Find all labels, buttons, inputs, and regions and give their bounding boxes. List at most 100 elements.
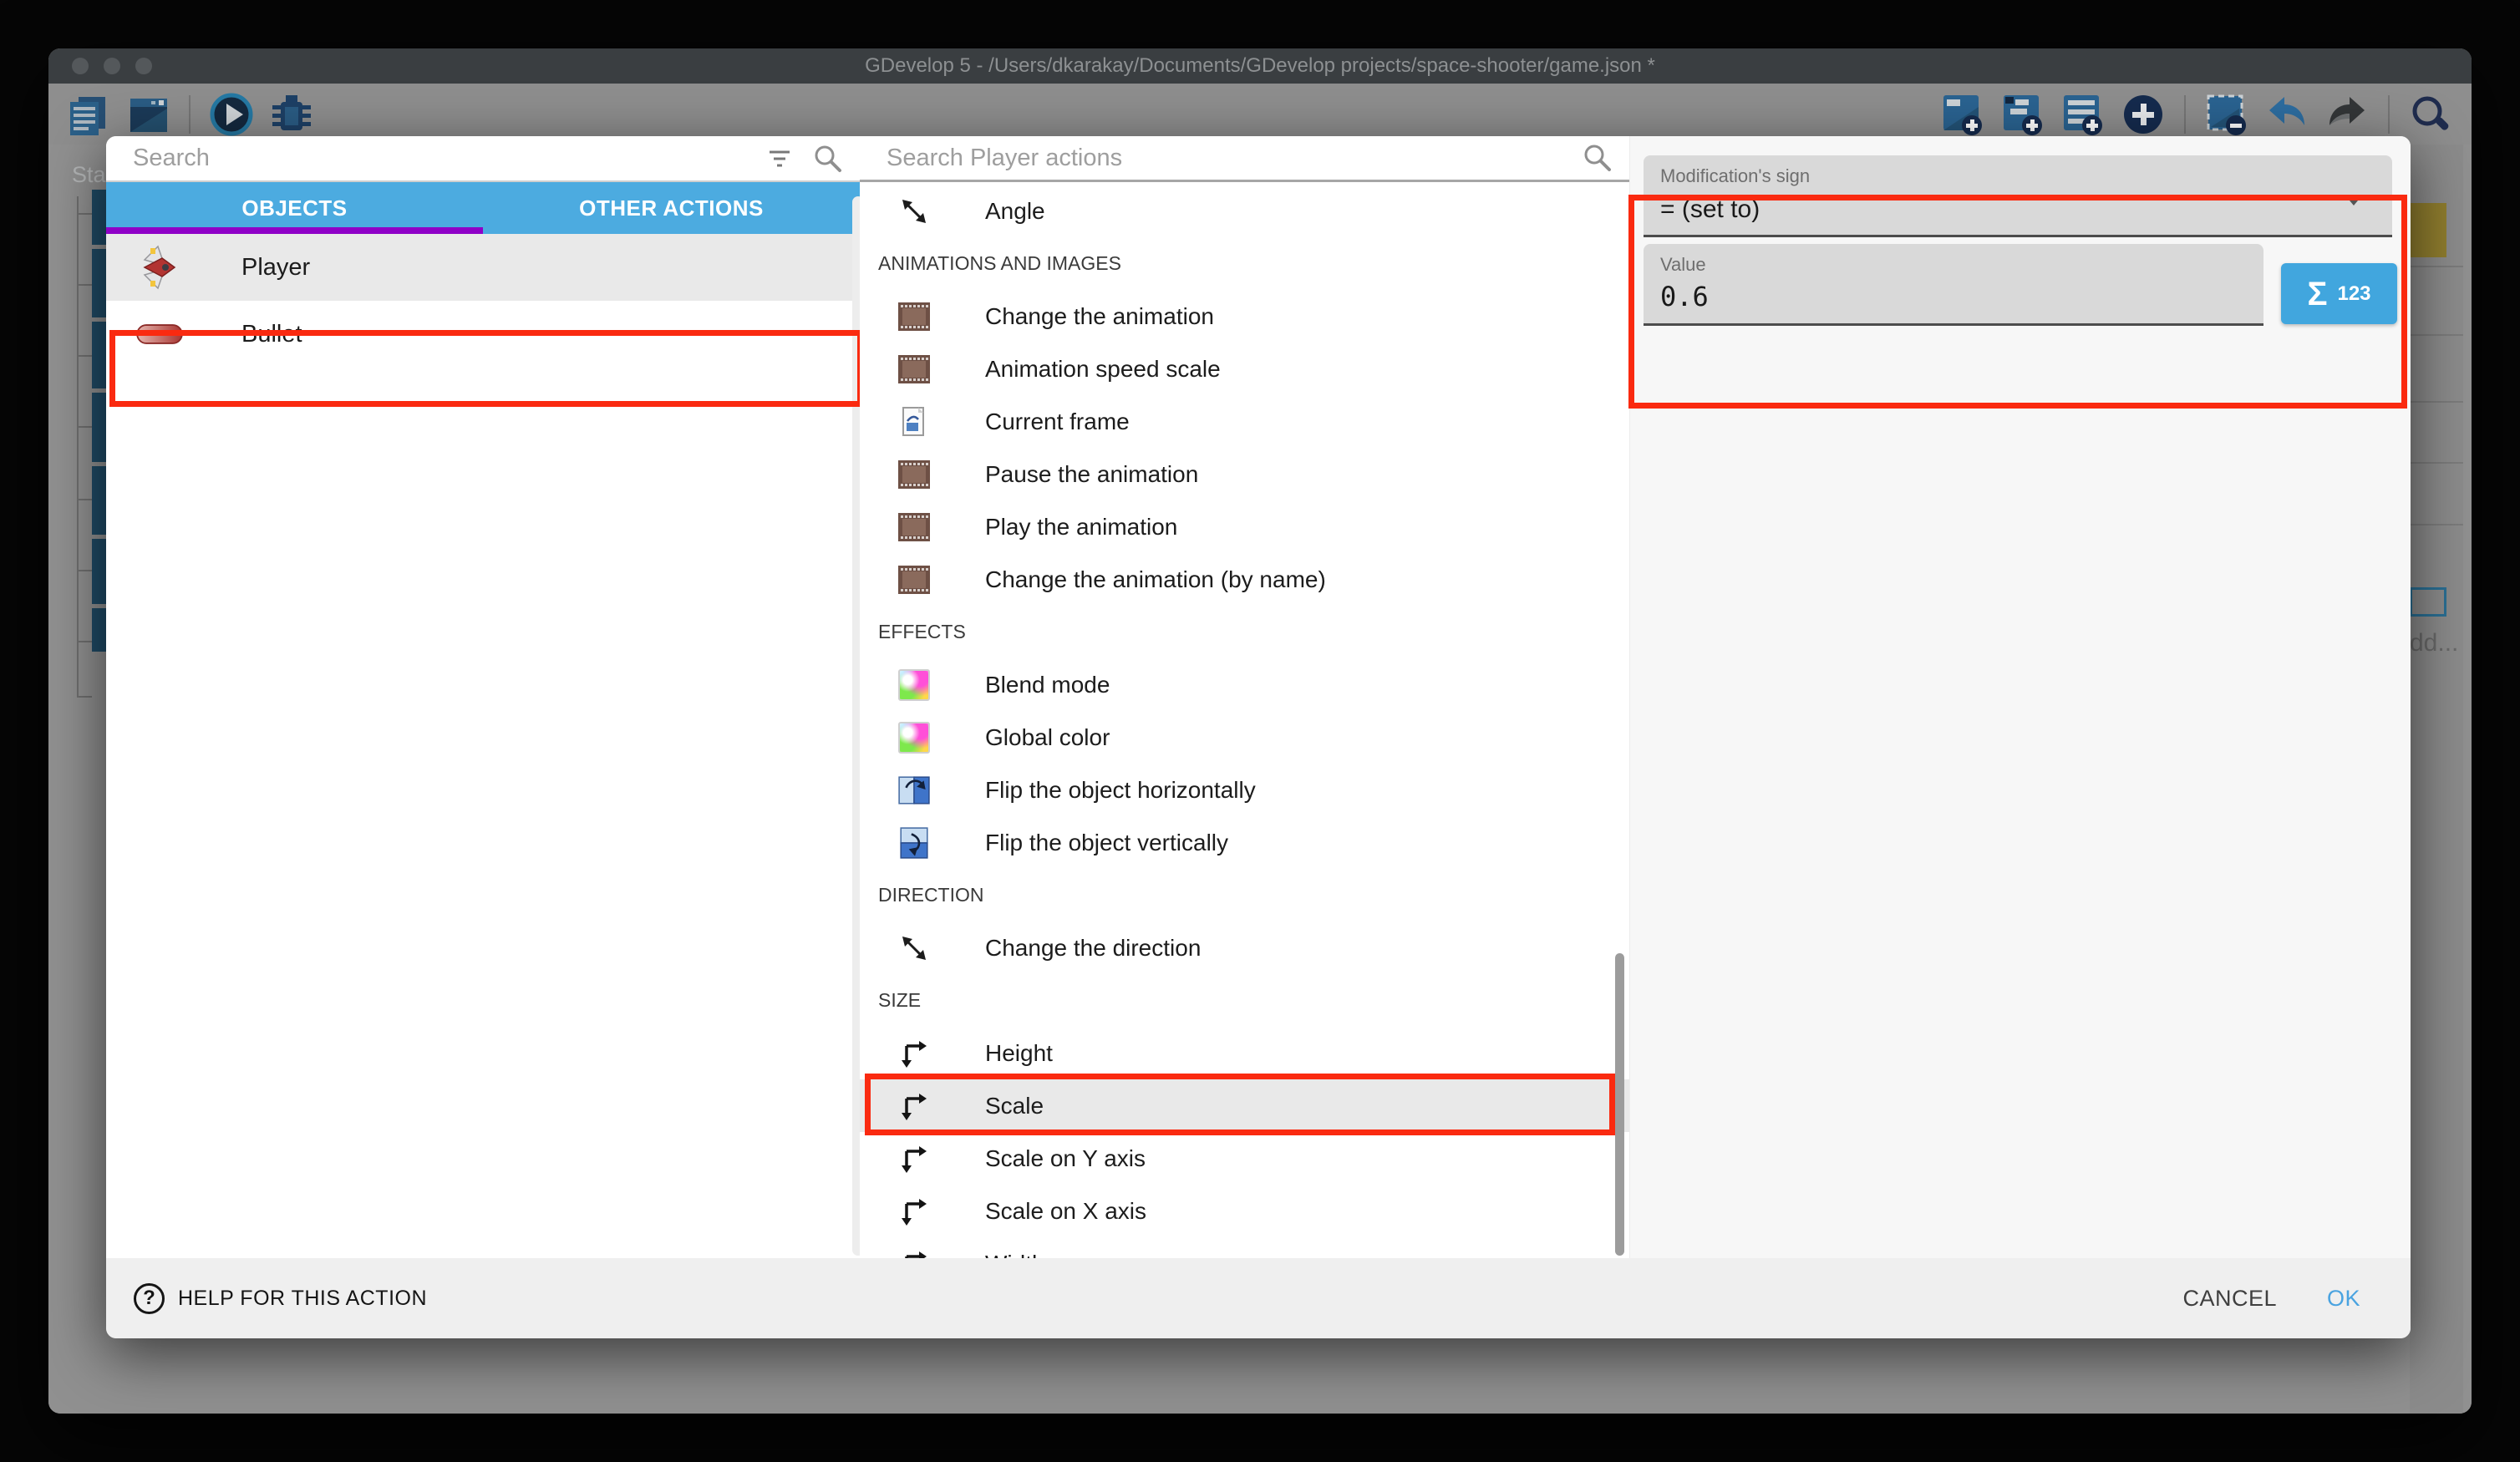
- action-section-header: DIRECTION: [860, 869, 1629, 921]
- action-list-item[interactable]: Scale on X axis: [860, 1185, 1629, 1237]
- action-list-scrollbar[interactable]: [1615, 953, 1624, 1256]
- angle-icon: [897, 195, 931, 228]
- action-section-header: SIZE: [860, 974, 1629, 1027]
- event-tree-line: [77, 196, 79, 696]
- film-icon: [897, 510, 931, 544]
- action-search-input[interactable]: [885, 144, 1581, 173]
- action-label: Change the animation: [985, 303, 1214, 330]
- modification-sign-select[interactable]: Modification's sign = (set to): [1644, 155, 2392, 237]
- action-list-item[interactable]: Width: [860, 1237, 1629, 1258]
- tab-bar: OBJECTS OTHER ACTIONS: [106, 182, 860, 234]
- action-list-item[interactable]: Blend mode: [860, 658, 1629, 711]
- window-controls: [72, 48, 152, 84]
- action-list-item[interactable]: Change the animation: [860, 290, 1629, 343]
- action-list-item[interactable]: Global color: [860, 711, 1629, 764]
- action-list-item[interactable]: Change the direction: [860, 921, 1629, 974]
- toolbar-separator: [2184, 95, 2186, 134]
- action-list-item[interactable]: Play the animation: [860, 500, 1629, 553]
- start-page-icon[interactable]: [125, 92, 170, 137]
- parameters-panel: Modify the scale of the specified object…: [1629, 136, 2411, 1258]
- dialog-footer: ? HELP FOR THIS ACTION CANCEL OK: [106, 1258, 2411, 1338]
- rainbow-icon: [897, 668, 931, 702]
- tab-other-actions[interactable]: OTHER ACTIONS: [483, 182, 860, 234]
- object-label: Player: [241, 254, 310, 282]
- object-list-item[interactable]: Player: [106, 234, 860, 301]
- action-list-item[interactable]: Flip the object vertically: [860, 816, 1629, 869]
- add-comment-icon[interactable]: [2060, 92, 2106, 137]
- action-label: Angle: [985, 198, 1045, 225]
- add-subevent-icon[interactable]: [2000, 92, 2045, 137]
- action-list-item[interactable]: Animation speed scale: [860, 343, 1629, 395]
- search-icon: [1581, 141, 1614, 175]
- play-icon[interactable]: [209, 92, 254, 137]
- value-input[interactable]: 0.6: [1660, 281, 1709, 312]
- angle-icon: [897, 932, 931, 965]
- minimize-button[interactable]: [104, 58, 120, 74]
- larrow-icon: [897, 1089, 931, 1123]
- action-label: Height: [985, 1040, 1053, 1067]
- window-content: Sta dd...: [48, 84, 2472, 1414]
- sigma-icon: Σ: [2307, 277, 2327, 311]
- toolbar-left-group: [65, 92, 314, 137]
- action-label: Scale on Y axis: [985, 1145, 1146, 1172]
- toolbar-separator: [189, 95, 191, 134]
- larrow-icon: [897, 1247, 931, 1259]
- event-row-separator: [2410, 266, 2463, 267]
- action-search-bar: [860, 136, 1629, 182]
- value-field[interactable]: Value 0.6: [1644, 244, 2263, 326]
- expression-editor-button[interactable]: Σ 123: [2281, 263, 2397, 324]
- search-icon[interactable]: [2408, 92, 2453, 137]
- cancel-button[interactable]: CANCEL: [2182, 1286, 2277, 1312]
- action-list-item[interactable]: Change the animation (by name): [860, 553, 1629, 606]
- film-icon: [897, 563, 931, 596]
- event-tree-tick: [77, 499, 92, 500]
- action-list: AngleANIMATIONS AND IMAGESChange the ani…: [860, 185, 1629, 1258]
- help-button[interactable]: HELP FOR THIS ACTION: [178, 1287, 427, 1311]
- toolbar-right-group: [1940, 92, 2453, 137]
- action-list-item[interactable]: Height: [860, 1027, 1629, 1079]
- remove-event-icon[interactable]: [2204, 92, 2249, 137]
- add-new-icon[interactable]: [2121, 92, 2166, 137]
- titlebar: GDevelop 5 - /Users/dkarakay/Documents/G…: [48, 48, 2472, 84]
- event-row-separator: [2410, 524, 2463, 525]
- event-tree-tick: [77, 284, 92, 286]
- action-list-item[interactable]: Pause the animation: [860, 448, 1629, 500]
- add-event-icon[interactable]: [1940, 92, 1985, 137]
- undo-icon[interactable]: [2264, 92, 2309, 137]
- modification-sign-value: = (set to): [1660, 195, 1760, 224]
- close-button[interactable]: [72, 58, 89, 74]
- ok-button[interactable]: OK: [2327, 1286, 2360, 1312]
- gdevelop-window: GDevelop 5 - /Users/dkarakay/Documents/G…: [48, 48, 2472, 1414]
- zoom-button[interactable]: [135, 58, 152, 74]
- action-list-item[interactable]: Flip the object horizontally: [860, 764, 1629, 816]
- event-tree-tick: [77, 696, 92, 698]
- tab-objects[interactable]: OBJECTS: [106, 182, 483, 234]
- action-label: Scale on X axis: [985, 1198, 1146, 1225]
- help-icon: ?: [134, 1283, 165, 1314]
- event-tree-tick: [77, 355, 92, 357]
- project-manager-icon[interactable]: [65, 92, 110, 137]
- action-label: Scale: [985, 1093, 1044, 1119]
- annotation-box-action: [865, 1074, 1615, 1135]
- action-list-item[interactable]: Angle: [860, 185, 1629, 237]
- action-list-item[interactable]: Scale on Y axis: [860, 1132, 1629, 1185]
- bullet-icon: [136, 311, 183, 358]
- add-action-box: [2410, 587, 2446, 617]
- filter-icon[interactable]: [763, 142, 796, 175]
- rainbow-icon: [897, 721, 931, 754]
- action-label: Blend mode: [985, 672, 1110, 698]
- event-tree-tick: [77, 426, 92, 428]
- object-search-input[interactable]: [131, 144, 763, 173]
- event-row-separator: [2410, 401, 2463, 403]
- object-search-bar: [106, 136, 860, 182]
- event-sheet-right-sliver: dd...: [2410, 145, 2463, 1414]
- value-label: Value: [1660, 254, 1706, 276]
- action-list-item[interactable]: Scale: [860, 1079, 1629, 1132]
- action-label: Play the animation: [985, 514, 1177, 541]
- debug-icon[interactable]: [269, 92, 314, 137]
- redo-icon[interactable]: [2324, 92, 2370, 137]
- scene-tab-label: Sta: [72, 162, 106, 188]
- object-list-item[interactable]: Bullet: [106, 301, 860, 368]
- action-label: Global color: [985, 724, 1110, 751]
- action-list-item[interactable]: Current frame: [860, 395, 1629, 448]
